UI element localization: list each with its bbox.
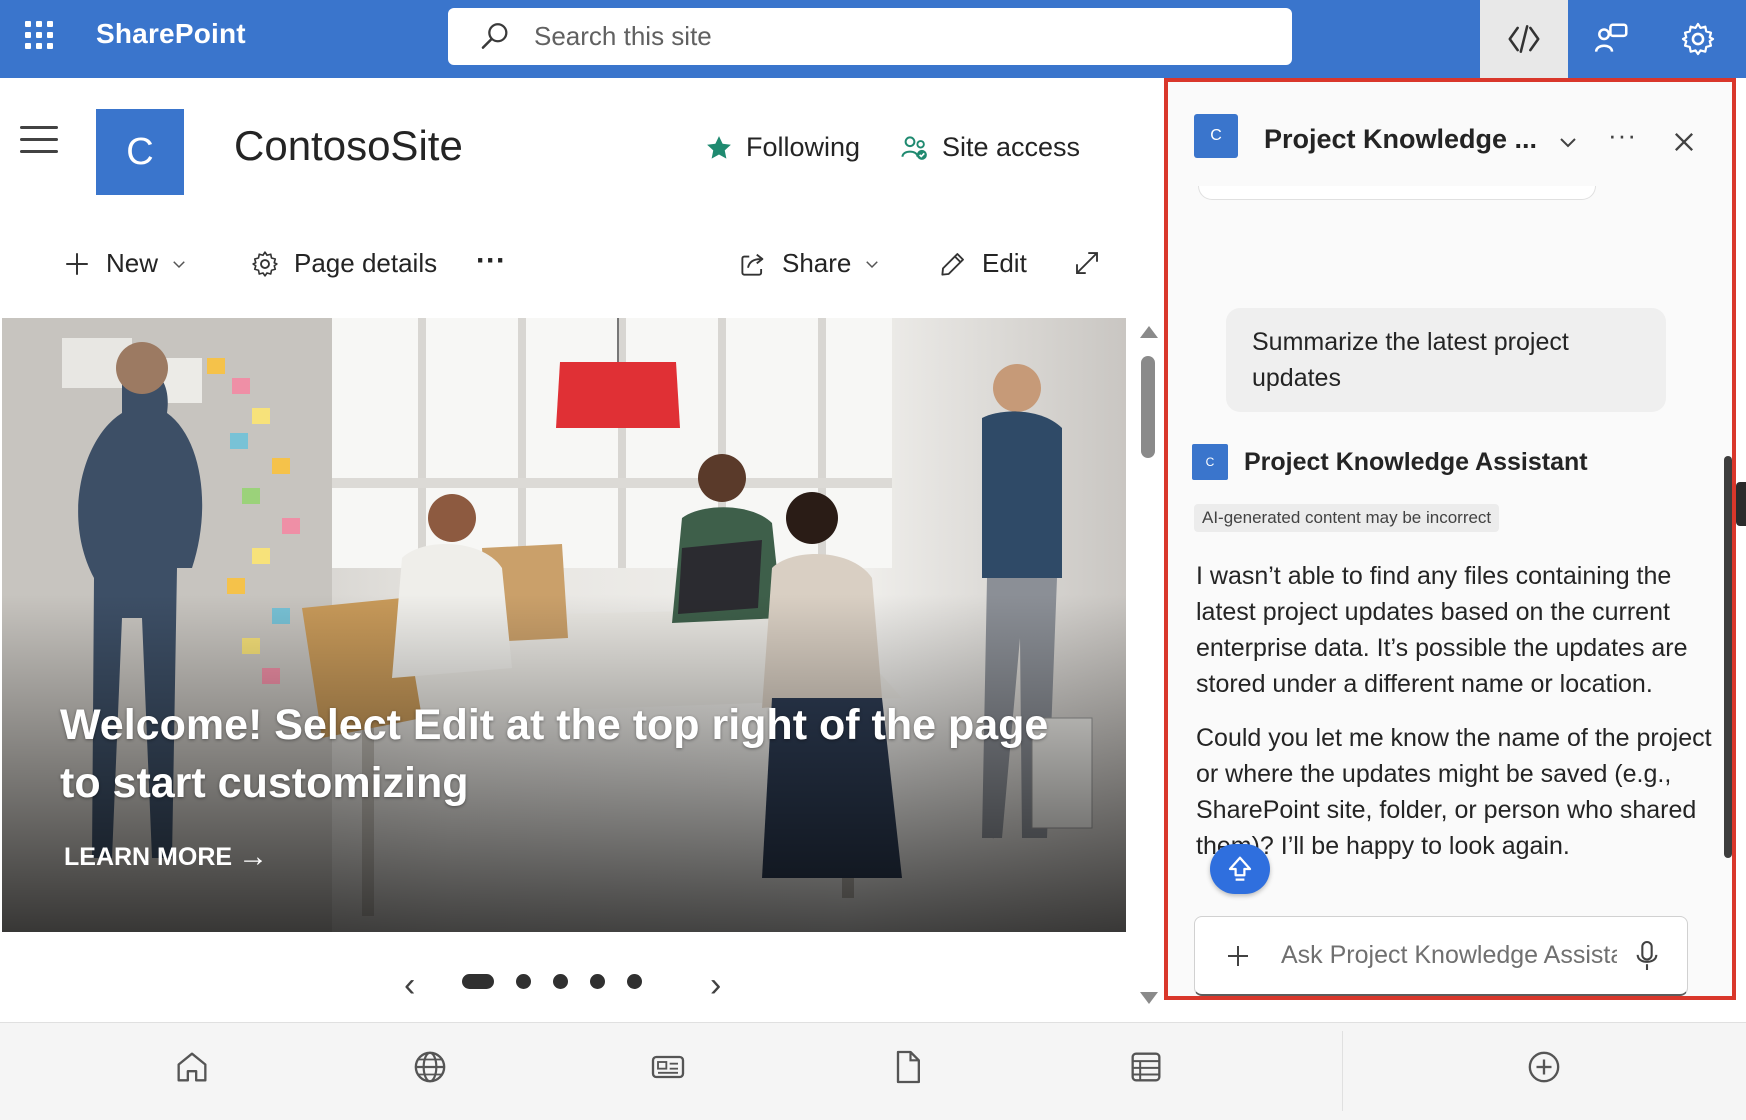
settings-button[interactable] — [1654, 0, 1742, 78]
edit-button[interactable]: Edit — [938, 248, 1027, 279]
chat-input[interactable]: Ask Project Knowledge Assista — [1281, 941, 1617, 970]
scroll-up-arrow-icon[interactable] — [1140, 326, 1158, 338]
agent-title[interactable]: Project Knowledge ... — [1264, 124, 1537, 155]
following-button[interactable]: Following — [704, 132, 860, 163]
people-access-icon — [901, 135, 927, 160]
scroll-down-arrow-icon[interactable] — [1140, 992, 1158, 1004]
more-options-button[interactable]: ··· — [1608, 120, 1637, 151]
app-launcher-icon[interactable] — [22, 18, 54, 50]
share-button[interactable]: Share — [738, 248, 881, 279]
scrollbar-thumb[interactable] — [1141, 356, 1155, 458]
learn-more-link[interactable]: LEARN MORE → — [64, 840, 268, 874]
carousel-next-button[interactable]: › — [710, 966, 721, 1005]
chat-bubbles-icon — [1594, 23, 1628, 52]
suite-bar: SharePoint Search this site — [0, 0, 1746, 78]
search-placeholder: Search this site — [534, 21, 712, 51]
site-access-button[interactable]: Site access — [900, 132, 1080, 163]
expand-button[interactable] — [1072, 248, 1116, 278]
code-brackets-icon — [1508, 25, 1540, 53]
gear-icon — [1681, 22, 1715, 56]
news-icon[interactable] — [648, 1047, 688, 1087]
globe-icon[interactable] — [410, 1047, 450, 1087]
share-label: Share — [782, 248, 852, 278]
arrow-up-icon — [1228, 856, 1252, 881]
brand-name[interactable]: SharePoint — [96, 18, 246, 50]
panel-scrollbar-thumb[interactable] — [1724, 456, 1732, 858]
following-label: Following — [746, 132, 861, 162]
pencil-icon — [941, 252, 964, 276]
page-details-button[interactable]: Page details — [250, 248, 437, 279]
site-title[interactable]: ContosoSite — [234, 122, 463, 170]
search-icon — [481, 22, 508, 49]
add-circle-icon[interactable] — [1524, 1047, 1564, 1087]
bottom-bar-divider — [1342, 1031, 1343, 1111]
carousel-dot-1[interactable] — [462, 974, 494, 989]
new-label: New — [106, 248, 159, 278]
site-logo[interactable]: C — [96, 109, 184, 195]
microphone-icon[interactable] — [1633, 939, 1661, 973]
carousel-dot-3[interactable] — [553, 974, 568, 989]
carousel-dot-2[interactable] — [516, 974, 531, 989]
assistant-name: Project Knowledge Assistant — [1244, 447, 1588, 476]
edit-label: Edit — [982, 248, 1027, 278]
hero-banner[interactable]: Welcome! Select Edit at the top right of… — [2, 318, 1126, 932]
assistant-avatar: C — [1192, 444, 1228, 480]
carousel-dots — [462, 974, 642, 989]
share-icon — [741, 253, 764, 276]
panel-edge-handle[interactable] — [1736, 482, 1746, 526]
response-paragraph-1: I wasn’t able to find any files containi… — [1196, 562, 1688, 698]
scroll-to-bottom-button[interactable] — [1210, 844, 1270, 894]
document-icon[interactable] — [888, 1047, 928, 1087]
developer-tools-button[interactable] — [1480, 0, 1568, 78]
chevron-down-icon[interactable] — [1556, 130, 1580, 154]
user-message: Summarize the latest project updates — [1226, 308, 1666, 412]
chat-composer[interactable]: Ask Project Knowledge Assista — [1194, 916, 1688, 996]
new-button[interactable]: New — [62, 248, 188, 279]
close-icon[interactable] — [1670, 128, 1698, 156]
gear-icon — [252, 250, 278, 277]
agent-avatar: C — [1194, 114, 1238, 158]
site-access-label: Site access — [942, 132, 1081, 162]
copilot-chat-button[interactable] — [1568, 0, 1656, 78]
hero-title: Welcome! Select Edit at the top right of… — [60, 701, 1049, 807]
star-icon — [707, 135, 731, 159]
assistant-response: I wasn’t able to find any files containi… — [1196, 558, 1714, 882]
page-details-label: Page details — [294, 248, 438, 278]
learn-more-label: LEARN MORE — [64, 842, 233, 871]
ai-disclaimer-badge: AI-generated content may be incorrect — [1194, 504, 1500, 532]
carousel-previous-button[interactable]: ‹ — [404, 966, 415, 1005]
response-paragraph-2: Could you let me know the name of the pr… — [1196, 724, 1712, 860]
panel-header: C Project Knowledge ... ··· — [1168, 82, 1732, 186]
chevron-down-icon — [866, 260, 879, 268]
home-icon[interactable] — [172, 1047, 212, 1087]
carousel-dot-5[interactable] — [627, 974, 642, 989]
bottom-app-bar — [0, 1022, 1746, 1120]
carousel-dot-4[interactable] — [590, 974, 605, 989]
expand-icon — [1076, 252, 1098, 274]
copilot-chat-panel: C Project Knowledge ... ··· Summarize th… — [1164, 78, 1736, 1000]
list-icon[interactable] — [1126, 1047, 1166, 1087]
search-box[interactable]: Search this site — [448, 8, 1292, 65]
arrow-right-icon: → — [238, 840, 269, 873]
chevron-down-icon — [173, 260, 185, 268]
assistant-header: C Project Knowledge Assistant — [1192, 444, 1588, 480]
page-scrollbar[interactable] — [1138, 320, 1160, 1010]
add-attachment-icon[interactable] — [1223, 941, 1253, 971]
site-navigation-menu-icon[interactable] — [20, 126, 58, 156]
more-commands-button[interactable]: ··· — [476, 244, 506, 278]
plus-icon — [66, 252, 88, 275]
